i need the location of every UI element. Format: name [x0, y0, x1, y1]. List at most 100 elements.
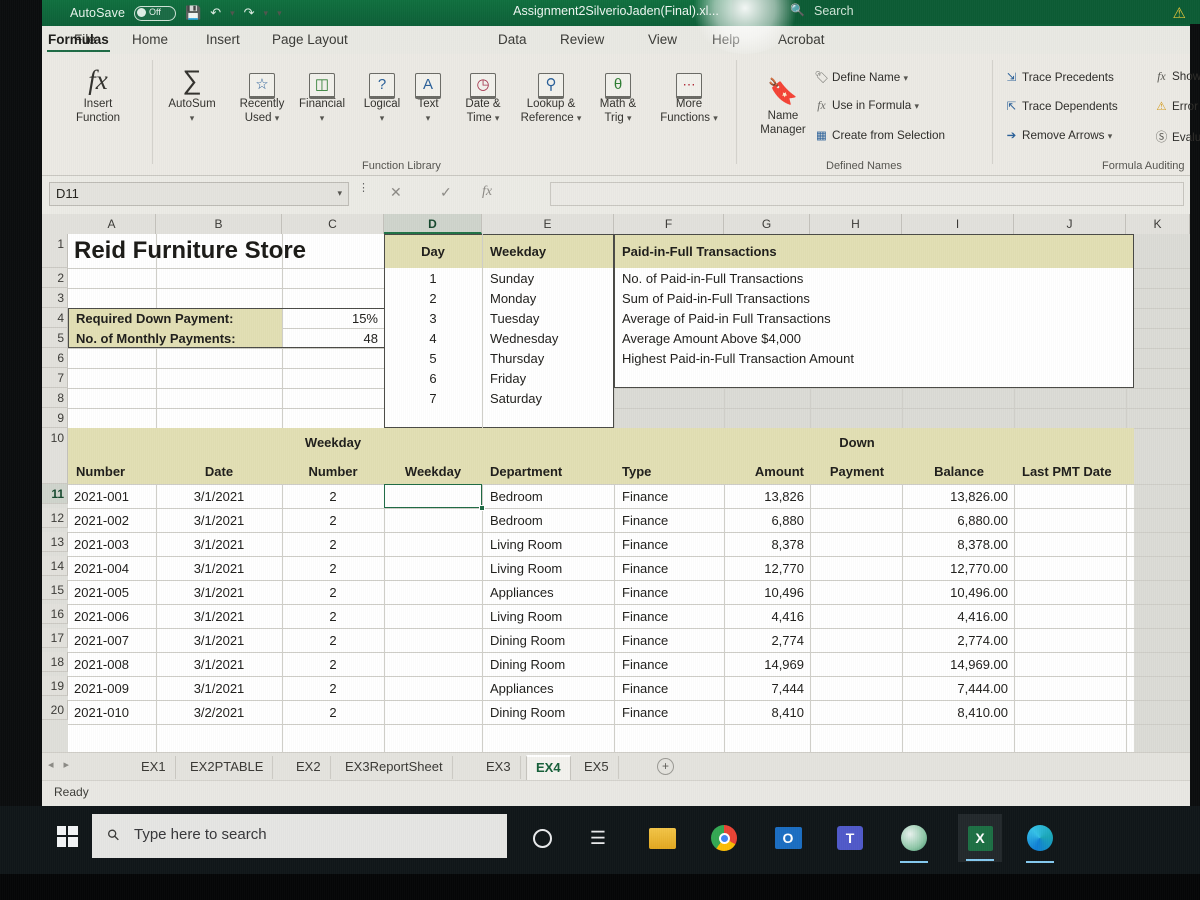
cell-type-14[interactable]: Finance	[618, 556, 722, 580]
row-header-19[interactable]: 19	[42, 676, 68, 696]
row-header-13[interactable]: 13	[42, 532, 68, 552]
cell-type-20[interactable]: Finance	[618, 700, 722, 724]
day-value-6[interactable]: 6	[384, 368, 482, 388]
monthly-payments-value[interactable]: 48	[282, 328, 384, 348]
column-header-D[interactable]: D	[384, 214, 482, 234]
cell-date-14[interactable]: 3/1/2021	[156, 556, 282, 580]
redo-icon[interactable]: ↷	[244, 5, 255, 21]
trace-precedents-item[interactable]: ⇲ Trace Precedents	[1004, 70, 1114, 84]
column-header-F[interactable]: F	[614, 214, 724, 234]
sheet-tab-ex3reportsheet[interactable]: EX3ReportSheet	[336, 756, 453, 779]
row-header-7[interactable]: 7	[42, 368, 68, 388]
create-from-selection-item[interactable]: ▦ Create from Selection	[814, 128, 945, 142]
cell-weekday-number-19[interactable]: 2	[284, 676, 382, 700]
save-icon[interactable]: 💾	[185, 5, 201, 21]
th-amount[interactable]: Amount	[724, 458, 810, 484]
cell-balance-18[interactable]: 14,969.00	[904, 652, 1014, 676]
cell-amount-20[interactable]: 8,410	[724, 700, 810, 724]
cell-date-17[interactable]: 3/1/2021	[156, 628, 282, 652]
row-header-5[interactable]: 5	[42, 328, 68, 348]
paid-in-full-row-4[interactable]: Average Amount Above $4,000	[618, 328, 1118, 348]
cell-weekday-number-13[interactable]: 2	[284, 532, 382, 556]
cell-date-18[interactable]: 3/1/2021	[156, 652, 282, 676]
row-header-20[interactable]: 20	[42, 700, 68, 720]
autosave-toggle[interactable]: Off	[134, 5, 177, 21]
cell-weekday-number-18[interactable]: 2	[284, 652, 382, 676]
th-weekday-number-line1[interactable]: Weekday	[284, 428, 382, 456]
weekday-value-4[interactable]: Wednesday	[486, 328, 610, 348]
show-formulas-item[interactable]: fx Show Fo	[1154, 70, 1200, 83]
cell-number-13[interactable]: 2021-003	[70, 532, 156, 556]
cell-amount-11[interactable]: 13,826	[724, 484, 810, 508]
cell-number-20[interactable]: 2021-010	[70, 700, 156, 724]
th-balance[interactable]: Balance	[904, 458, 1014, 484]
cell-weekday-number-20[interactable]: 2	[284, 700, 382, 724]
paid-in-full-row-3[interactable]: Average of Paid-in Full Transactions	[618, 308, 1118, 328]
autosum-dropdown-icon[interactable]: ▾	[158, 112, 226, 126]
day-value-4[interactable]: 4	[384, 328, 482, 348]
cell-weekday-number-15[interactable]: 2	[284, 580, 382, 604]
row-header-1[interactable]: 1	[42, 234, 68, 268]
day-value-1[interactable]: 1	[384, 268, 482, 288]
column-header-G[interactable]: G	[724, 214, 810, 234]
cell-date-19[interactable]: 3/1/2021	[156, 676, 282, 700]
column-header-A[interactable]: A	[68, 214, 156, 234]
cell-number-12[interactable]: 2021-002	[70, 508, 156, 532]
windows-start-icon[interactable]	[44, 812, 90, 860]
ribbon-tab-acrobat[interactable]: Acrobat	[772, 30, 831, 49]
undo-dropdown-icon[interactable]: ▾	[230, 8, 235, 19]
weekday-value-5[interactable]: Thursday	[486, 348, 610, 368]
cell-balance-13[interactable]: 8,378.00	[904, 532, 1014, 556]
day-column-header[interactable]: Day	[384, 234, 482, 268]
th-down-payment-line1[interactable]: Down	[812, 428, 902, 456]
autosum-button[interactable]: ∑ AutoSum ▾	[158, 62, 226, 125]
undo-icon[interactable]: ↶	[210, 5, 221, 21]
search-box[interactable]: 🔍 Search	[732, 0, 1200, 24]
cell-number-17[interactable]: 2021-007	[70, 628, 156, 652]
cell-type-12[interactable]: Finance	[618, 508, 722, 532]
sheet-tab-ex3[interactable]: EX3	[477, 756, 521, 779]
th-department[interactable]: Department	[486, 458, 612, 484]
math-trig-dropdown-icon[interactable]: ▾	[627, 113, 632, 123]
required-down-payment-label[interactable]: Required Down Payment:	[72, 308, 278, 328]
weekday-value-1[interactable]: Sunday	[486, 268, 610, 288]
name-box-dropdown-icon[interactable]: ▾	[337, 188, 342, 199]
cell-type-16[interactable]: Finance	[618, 604, 722, 628]
cell-balance-20[interactable]: 8,410.00	[904, 700, 1014, 724]
cell-number-11[interactable]: 2021-001	[70, 484, 156, 508]
cell-amount-17[interactable]: 2,774	[724, 628, 810, 652]
remove-arrows-item[interactable]: ➔ Remove Arrows ▾	[1004, 128, 1113, 142]
cell-balance-19[interactable]: 7,444.00	[904, 676, 1014, 700]
outlook-icon[interactable]: O	[770, 820, 806, 856]
day-value-5[interactable]: 5	[384, 348, 482, 368]
cell-balance-11[interactable]: 13,826.00	[904, 484, 1014, 508]
cancel-icon[interactable]: ✕	[390, 184, 402, 201]
use-in-formula-item[interactable]: fx Use in Formula ▾	[814, 99, 919, 112]
weekday-value-2[interactable]: Monday	[486, 288, 610, 308]
trace-dependents-item[interactable]: ⇱ Trace Dependents	[1004, 99, 1118, 113]
formula-bar-expand-handle[interactable]: ⋮	[358, 183, 369, 194]
th-last-pmt-date[interactable]: Last PMT Date	[1018, 458, 1130, 484]
name-box[interactable]: D11 ▾	[49, 182, 349, 206]
sheet-tab-ex1[interactable]: EX1	[132, 756, 176, 779]
text-dropdown-icon[interactable]: ▾	[400, 112, 456, 126]
redo-dropdown-icon[interactable]: ▾	[264, 8, 269, 19]
cell-department-12[interactable]: Bedroom	[486, 508, 612, 532]
cell-number-15[interactable]: 2021-005	[70, 580, 156, 604]
cell-department-11[interactable]: Bedroom	[486, 484, 612, 508]
quick-access-customize-icon[interactable]: ▾	[277, 8, 282, 19]
cell-department-13[interactable]: Living Room	[486, 532, 612, 556]
row-header-11[interactable]: 11	[42, 484, 68, 504]
recently-used-dropdown-icon[interactable]: ▾	[275, 113, 280, 123]
globe-app-icon[interactable]	[896, 820, 932, 863]
active-cell-D11[interactable]	[384, 484, 485, 511]
th-number[interactable]: Number	[72, 458, 156, 484]
fill-handle[interactable]	[478, 504, 485, 511]
sheet-tab-ex5[interactable]: EX5	[575, 756, 619, 779]
cell-weekday-number-11[interactable]: 2	[284, 484, 382, 508]
error-checking-item[interactable]: ⚠ Error Che	[1154, 99, 1200, 113]
cell-amount-12[interactable]: 6,880	[724, 508, 810, 532]
evaluate-formula-item[interactable]: Ⓢ Evaluate	[1154, 128, 1200, 145]
formula-input[interactable]	[550, 182, 1184, 206]
th-down-payment-line2[interactable]: Payment	[812, 458, 902, 484]
